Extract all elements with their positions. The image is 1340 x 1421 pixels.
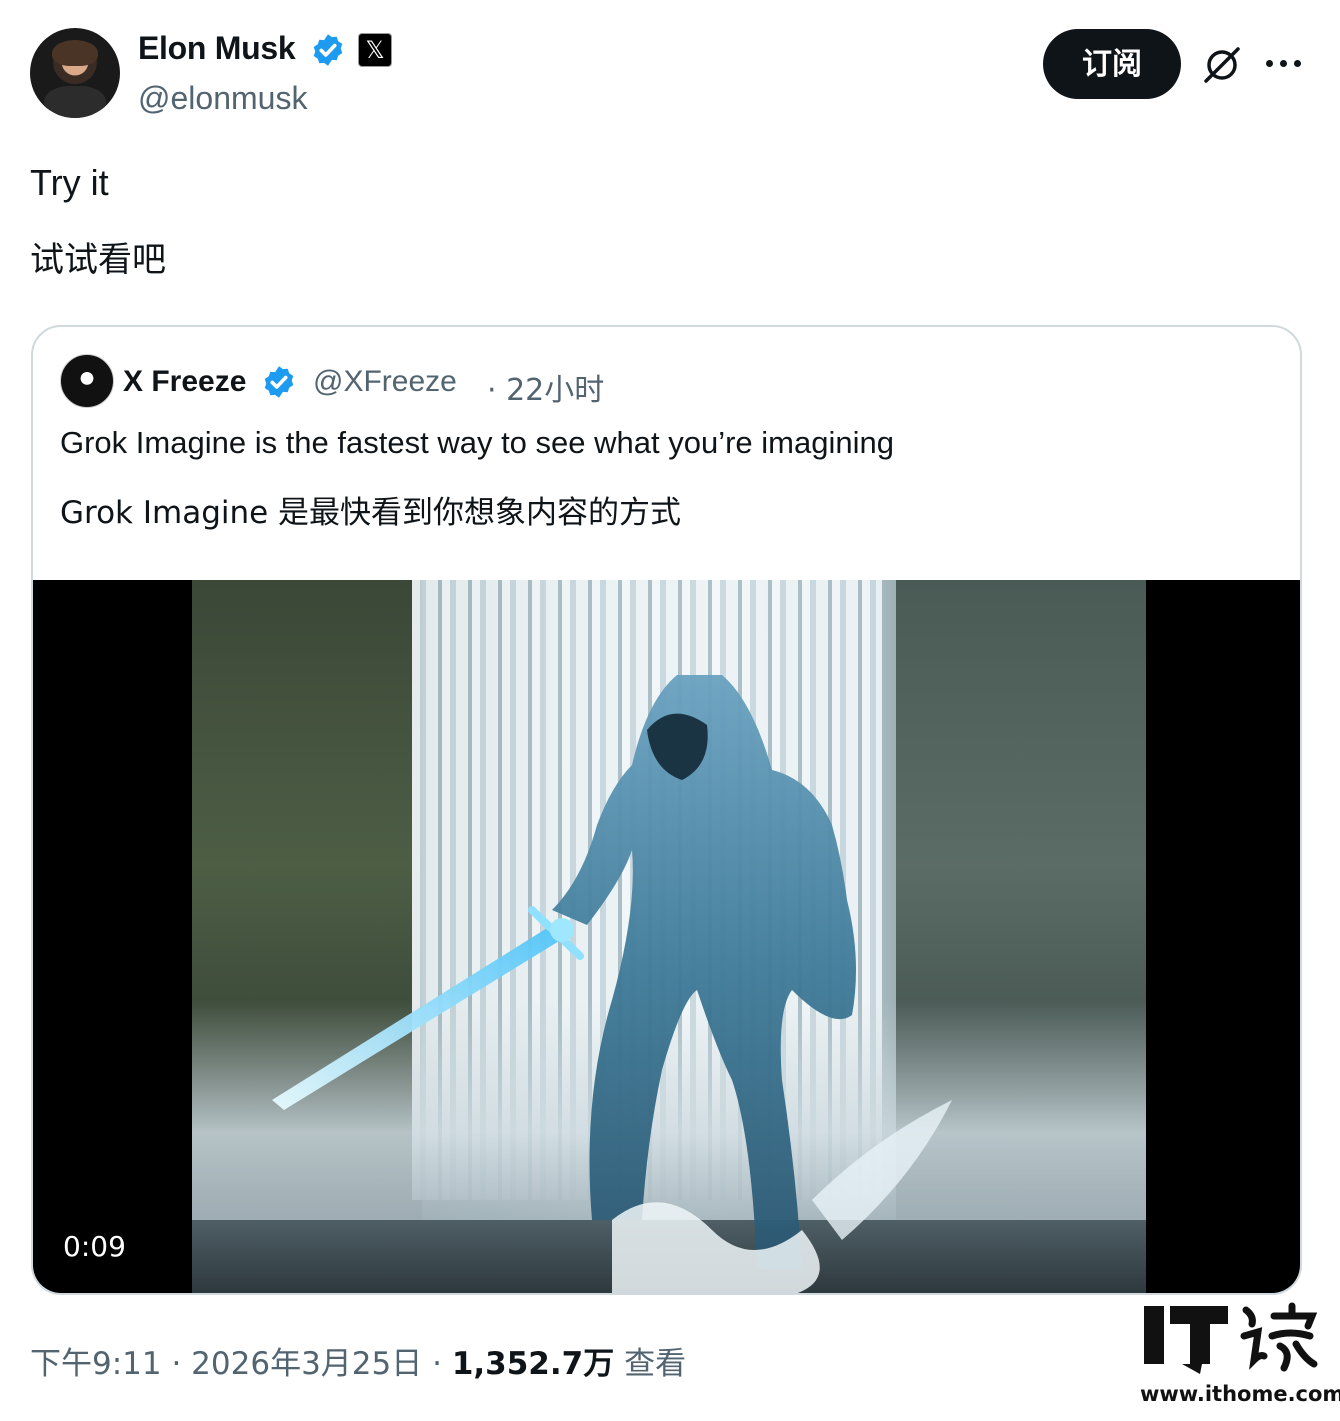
quote-translation: Grok Imagine 是最快看到你想象内容的方式	[60, 495, 682, 531]
author-name[interactable]: Elon Musk	[138, 30, 296, 67]
ithome-han-logo-icon	[1240, 1302, 1318, 1372]
quoted-tweet[interactable]: X Freeze @XFreeze · 22小时 Grok Imagine is…	[31, 325, 1302, 1295]
ithome-logo-icon	[1144, 1306, 1228, 1374]
quote-time[interactable]: · 22小时	[487, 365, 604, 409]
watermark-url: www.ithome.com	[1140, 1382, 1340, 1406]
tweet-translation: 试试看吧	[30, 240, 166, 280]
more-icon[interactable]	[1262, 50, 1304, 78]
grok-icon[interactable]	[1200, 43, 1244, 87]
tweet-meta: 下午9:11 · 2026年3月25日 · 1,352.7万 查看	[30, 1338, 686, 1383]
video-thumbnail	[192, 580, 1146, 1293]
more-dot	[1280, 60, 1287, 67]
x-logo-icon: 𝕏	[358, 33, 392, 67]
more-dot	[1294, 60, 1301, 67]
author-avatar[interactable]	[30, 28, 120, 118]
video-timestamp: 0:09	[63, 1230, 126, 1263]
verified-badge-icon	[313, 34, 343, 66]
author-handle[interactable]: @elonmusk	[138, 80, 307, 117]
quote-author-name[interactable]: X Freeze	[123, 365, 246, 399]
verified-badge-icon	[264, 366, 294, 398]
quote-text: Grok Imagine is the fastest way to see w…	[60, 425, 894, 460]
tweet-text: Try it	[30, 162, 109, 203]
views-count: 1,352.7万	[451, 1346, 615, 1382]
subscribe-button[interactable]: 订阅	[1043, 29, 1181, 99]
more-dot	[1266, 60, 1273, 67]
avatar-shirt	[44, 86, 106, 118]
video-player[interactable]: 0:09	[33, 580, 1300, 1293]
ithome-watermark: www.ithome.com	[1140, 1302, 1340, 1412]
views-label: 查看	[614, 1346, 687, 1382]
quote-avatar[interactable]	[60, 354, 114, 408]
water-warrior-figure	[272, 675, 952, 1293]
quote-author-handle[interactable]: @XFreeze	[313, 365, 457, 399]
post-time[interactable]: 下午9:11 · 2026年3月25日 ·	[30, 1346, 452, 1382]
avatar-hair	[52, 40, 98, 66]
